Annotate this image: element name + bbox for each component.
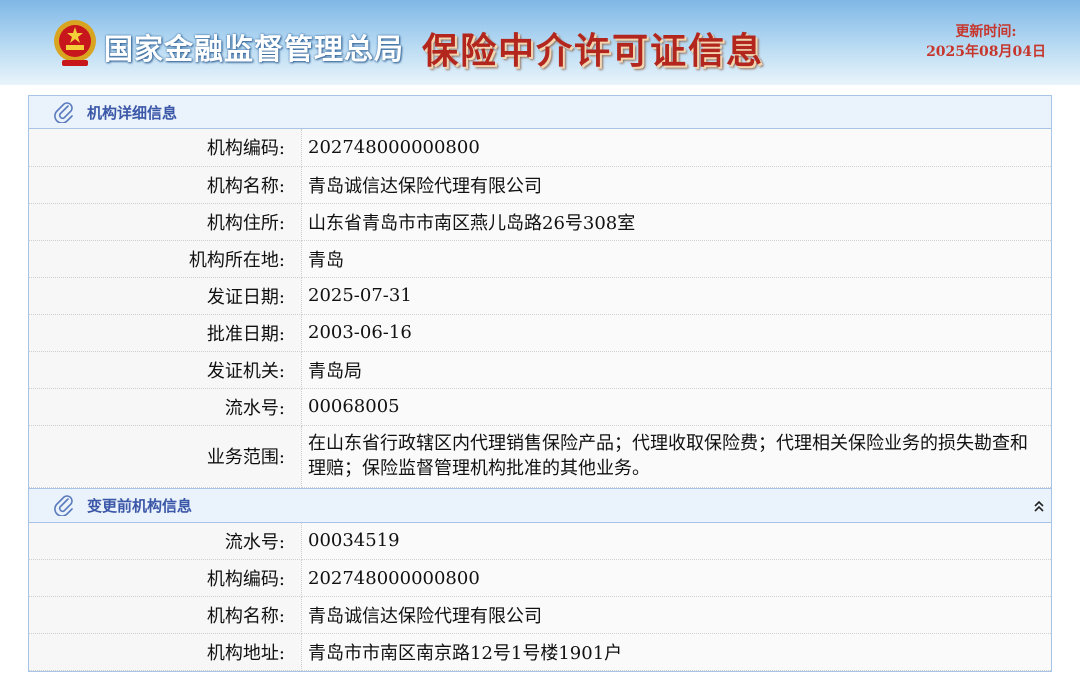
field-value: 在山东省行政辖区内代理销售保险产品；代理收取保险费；代理相关保险业务的损失勘查和…: [301, 425, 1052, 488]
field-label: 机构编码:: [28, 129, 302, 167]
section-header-details: 机构详细信息: [28, 95, 1052, 129]
field-value: 202748000000800: [301, 129, 1052, 167]
field-value: 山东省青岛市市南区燕儿岛路26号308室: [301, 203, 1052, 241]
table-row: 机构名称: 青岛诚信达保险代理有限公司: [28, 166, 1052, 204]
table-row: 发证机关: 青岛局: [28, 351, 1052, 389]
field-value: 青岛: [301, 240, 1052, 278]
table-row: 发证日期: 2025-07-31: [28, 277, 1052, 315]
table-row: 批准日期: 2003-06-16: [28, 314, 1052, 352]
table-row: 业务范围: 在山东省行政辖区内代理销售保险产品；代理收取保险费；代理相关保险业务的…: [28, 425, 1052, 488]
field-value: 青岛诚信达保险代理有限公司: [301, 596, 1052, 634]
system-title: 保险中介许可证信息: [422, 30, 765, 72]
field-label: 机构住所:: [28, 203, 302, 241]
details-table: 机构编码: 202748000000800 机构名称: 青岛诚信达保险代理有限公司 机构…: [28, 129, 1052, 489]
field-value: 202748000000800: [301, 559, 1052, 597]
table-row: 流水号: 00068005: [28, 388, 1052, 426]
field-value: 青岛诚信达保险代理有限公司: [301, 166, 1052, 204]
paperclip-icon: [54, 102, 73, 123]
field-label: 发证日期:: [28, 277, 302, 315]
section-header-previous: 变更前机构信息: [28, 488, 1052, 523]
field-label: 发证机关:: [28, 351, 302, 389]
field-label: 机构所在地:: [28, 240, 302, 278]
field-value: 00034519: [301, 522, 1052, 560]
table-row: 机构住所: 山东省青岛市市南区燕儿岛路26号308室: [28, 203, 1052, 241]
table-row: 机构所在地: 青岛: [28, 240, 1052, 278]
content-wrapper: 机构详细信息 机构编码: 202748000000800 机构名称: 青岛诚信达保险代…: [28, 95, 1052, 672]
table-row: 机构地址: 青岛市市南区南京路12号1号楼1901户: [28, 633, 1052, 671]
field-value: 2025-07-31: [301, 277, 1052, 315]
field-label: 批准日期:: [28, 314, 302, 352]
field-value: 00068005: [301, 388, 1052, 426]
previous-table: 流水号: 00034519 机构编码: 202748000000800 机构名称: 青岛诚…: [28, 522, 1052, 672]
table-row: 机构编码: 202748000000800: [28, 559, 1052, 597]
section-title-details: 机构详细信息: [87, 103, 178, 122]
update-label: 更新时间:: [955, 24, 1017, 40]
table-row: 机构编码: 202748000000800: [28, 129, 1052, 167]
table-row: 机构名称: 青岛诚信达保险代理有限公司: [28, 596, 1052, 634]
field-value: 2003-06-16: [301, 314, 1052, 352]
field-label: 机构名称:: [28, 596, 302, 634]
table-row: 流水号: 00034519: [28, 522, 1052, 560]
section-title-previous: 变更前机构信息: [87, 496, 193, 515]
field-label: 机构地址:: [28, 633, 302, 671]
header-banner: 国家金融监督管理总局 保险中介许可证信息 更新时间: 2025年08月04日: [0, 0, 1080, 85]
update-date: 2025年08月04日: [926, 44, 1046, 60]
field-label: 业务范围:: [28, 425, 302, 488]
field-label: 机构编码:: [28, 559, 302, 597]
paperclip-icon: [54, 495, 73, 516]
field-label: 流水号:: [28, 522, 302, 560]
update-info: 更新时间: 2025年08月04日: [926, 22, 1046, 62]
field-value: 青岛局: [301, 351, 1052, 389]
field-label: 机构名称:: [28, 166, 302, 204]
field-label: 流水号:: [28, 388, 302, 426]
agency-name: 国家金融监督管理总局: [104, 32, 405, 66]
double-chevron-up-icon[interactable]: [1033, 499, 1045, 513]
national-emblem-icon: [54, 20, 96, 66]
field-value: 青岛市市南区南京路12号1号楼1901户: [301, 633, 1052, 671]
